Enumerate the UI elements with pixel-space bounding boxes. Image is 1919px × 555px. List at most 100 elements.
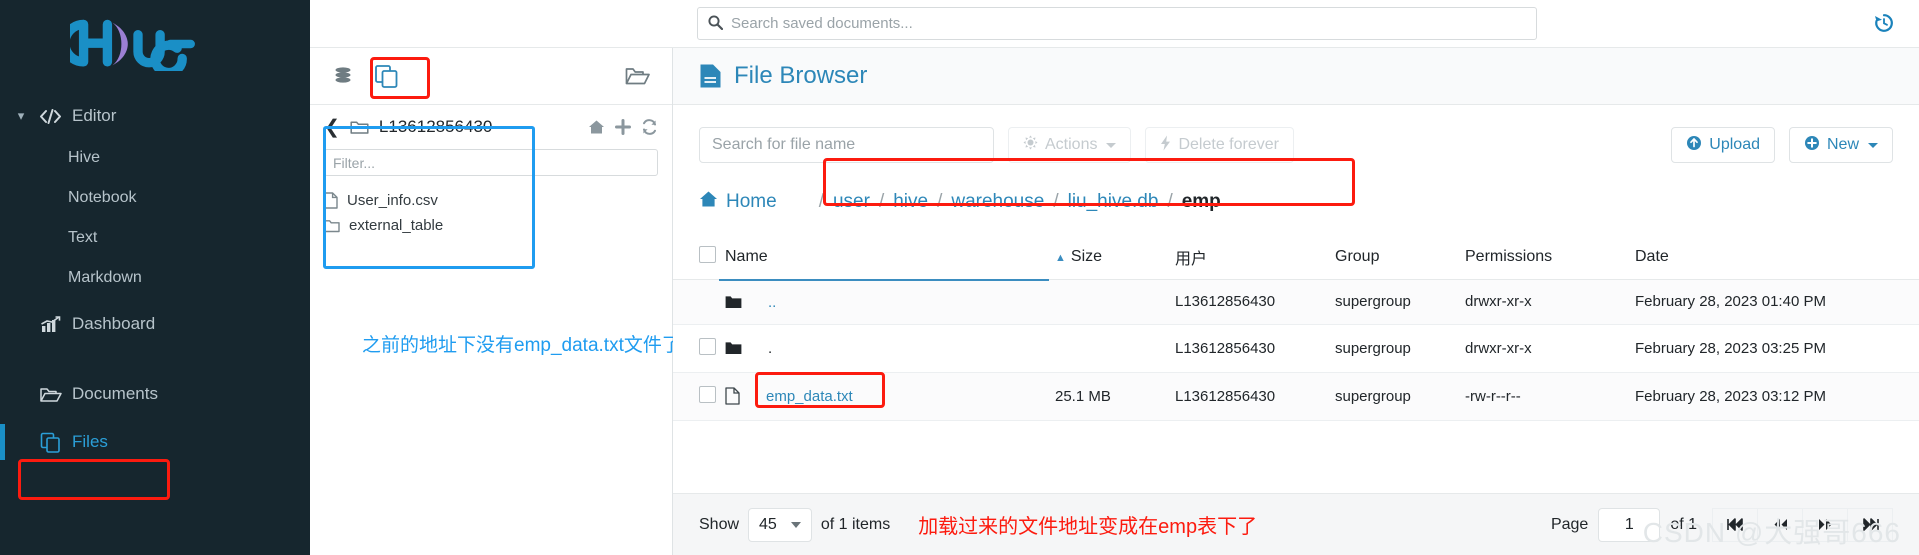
page-size-select[interactable]: 45 [748, 507, 812, 542]
assist-panel: ❮ L13612856430 Filter... User_info.csv e… [310, 48, 681, 555]
breadcrumb-home-label: Home [726, 191, 777, 212]
file-icon [324, 192, 338, 209]
breadcrumb-separator: / [878, 191, 885, 212]
page-size-group: Show 45 of 1 items [699, 507, 890, 542]
file-table-head: Name ▲ Size 用户 Group Permissions Date [673, 235, 1919, 281]
column-label: 用户 [1175, 251, 1208, 268]
table-row[interactable]: .. L13612856430 supergroup drwxr-xr-x Fe… [673, 279, 1919, 325]
first-page-button[interactable] [1712, 507, 1758, 542]
folder-open-icon [625, 68, 650, 85]
new-label: New [1826, 136, 1859, 153]
select-all-header [673, 235, 719, 280]
sidebar-item-editor[interactable]: ▾ Editor [0, 94, 310, 138]
chevron-down-icon [1106, 142, 1117, 148]
column-header-date[interactable]: Date [1629, 235, 1919, 280]
main-column: Search saved documents... ❮ L13612856430… [310, 0, 1919, 555]
sidebar-item-text[interactable]: Text [0, 218, 310, 258]
row-name-link[interactable]: emp_data.txt [766, 388, 853, 405]
active-indicator [0, 424, 5, 460]
row-checkbox[interactable] [699, 337, 716, 355]
row-date-cell: February 28, 2023 03:12 PM [1629, 372, 1919, 421]
file-table-body: .. L13612856430 supergroup drwxr-xr-x Fe… [673, 279, 1919, 421]
sidebar-nav: ▾ Editor Hive Notebook Text Markdown Das… [0, 94, 310, 464]
chevron-left-icon[interactable]: ❮ [324, 118, 340, 137]
history-icon[interactable] [1873, 12, 1895, 39]
list-item[interactable]: external_table [324, 213, 658, 238]
global-search-box[interactable]: Search saved documents... [697, 7, 1537, 40]
breadcrumb-separator: / [937, 191, 943, 212]
document-icon [699, 63, 722, 89]
upload-button[interactable]: Upload [1671, 127, 1775, 163]
folder-icon [324, 219, 340, 233]
documents-tab[interactable] [624, 65, 650, 87]
show-label: Show [699, 515, 740, 533]
last-page-button[interactable] [1847, 507, 1893, 542]
file-browser-header: File Browser [673, 48, 1919, 105]
breadcrumb-item-user[interactable]: user [833, 191, 870, 213]
row-name-cell: emp_data.txt [719, 371, 1049, 421]
new-button[interactable]: New [1788, 127, 1893, 163]
column-header-permissions[interactable]: Permissions [1459, 235, 1629, 280]
table-footer: Show 45 of 1 items 加载过来的文件地址变成在emp表下了 Pa… [673, 493, 1919, 555]
actions-button[interactable]: Actions [1008, 127, 1132, 163]
search-input[interactable] [699, 127, 994, 163]
pagination-buttons [1712, 507, 1893, 542]
home-icon[interactable] [588, 119, 605, 135]
folder-icon [350, 120, 369, 135]
sidebar-item-documents[interactable]: Documents [0, 372, 310, 416]
list-item[interactable]: User_info.csv [324, 188, 658, 213]
plus-icon[interactable] [615, 119, 631, 135]
file-tree: ❮ L13612856430 Filter... User_info.csv e… [310, 105, 672, 246]
breadcrumb-separator: / [1167, 191, 1173, 212]
row-date-cell: February 28, 2023 03:25 PM [1629, 324, 1919, 373]
bolt-icon [1160, 135, 1171, 156]
next-page-button[interactable] [1802, 507, 1848, 542]
file-tree-header: ❮ L13612856430 [310, 105, 672, 149]
row-permissions-cell: -rw-r--r-- [1459, 372, 1629, 421]
prev-page-button[interactable] [1757, 507, 1803, 542]
files-icon [32, 432, 68, 453]
table-row[interactable]: . L13612856430 supergroup drwxr-xr-x Feb… [673, 324, 1919, 373]
row-name-link[interactable]: .. [768, 294, 776, 311]
annotation-tree: 之前的地址下没有emp_data.txt文件了 [362, 335, 681, 356]
refresh-icon[interactable] [641, 119, 658, 135]
sidebar-item-files[interactable]: Files [0, 420, 310, 464]
select-all-checkbox[interactable] [699, 246, 716, 263]
column-label: Size [1070, 248, 1103, 265]
file-browser-toolbar: Actions Delete forever Upl [673, 105, 1919, 163]
sidebar-item-hive[interactable]: Hive [0, 138, 310, 178]
breadcrumb-item-liu-hive-db[interactable]: liu_hive.db [1068, 191, 1159, 213]
row-select-cell [673, 324, 719, 373]
breadcrumb-item-warehouse[interactable]: warehouse [951, 191, 1044, 213]
sidebar-item-notebook[interactable]: Notebook [0, 178, 310, 218]
sidebar-item-label: Editor [72, 106, 117, 125]
hue-logo[interactable] [0, 0, 310, 88]
breadcrumb-item-hive[interactable]: hive [893, 191, 928, 213]
column-label: Group [1335, 248, 1380, 265]
column-header-name[interactable]: Name [719, 235, 1049, 281]
sidebar-item-label: Text [68, 229, 98, 246]
folder-icon [725, 341, 742, 355]
sidebar-item-dashboard[interactable]: Dashboard [0, 302, 310, 346]
tree-filter-wrap [310, 149, 672, 182]
folder-icon [725, 295, 742, 309]
column-header-user[interactable]: 用户 [1169, 235, 1329, 280]
breadcrumb-home[interactable]: Home [699, 190, 777, 214]
column-label: Name [725, 247, 768, 265]
page-number-input[interactable] [1598, 507, 1661, 542]
code-icon [32, 108, 68, 124]
column-header-group[interactable]: Group [1329, 235, 1459, 280]
column-header-size[interactable]: ▲ Size [1049, 235, 1169, 280]
tree-filter-input[interactable] [324, 149, 658, 176]
database-tab[interactable] [332, 65, 354, 87]
row-user-cell: L13612856430 [1169, 372, 1329, 421]
sidebar-item-markdown[interactable]: Markdown [0, 258, 310, 298]
row-permissions-cell: drwxr-xr-x [1459, 324, 1629, 373]
files-tab[interactable] [374, 64, 399, 89]
chevron-down-icon [790, 521, 801, 528]
row-permissions-cell: drwxr-xr-x [1459, 279, 1629, 325]
delete-forever-button[interactable]: Delete forever [1145, 127, 1294, 163]
upload-label: Upload [1709, 136, 1760, 153]
row-checkbox[interactable] [699, 385, 716, 403]
table-row[interactable]: emp_data.txt 25.1 MB L13612856430 superg… [673, 371, 1919, 421]
